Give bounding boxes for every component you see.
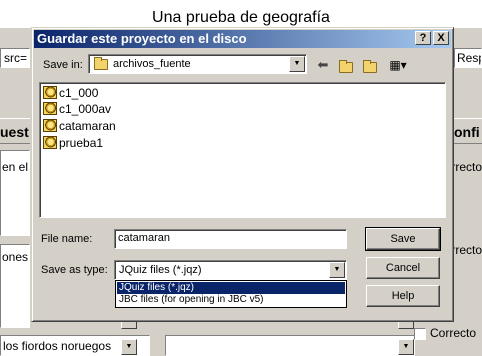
file-name: c1_000av xyxy=(59,102,112,116)
background-answer-text: los fiordos noruegos xyxy=(3,339,112,353)
background-source-field[interactable]: src= xyxy=(0,48,30,68)
save-dialog: Guardar este proyecto en el disco ? X Sa… xyxy=(31,27,454,322)
save-in-combo[interactable]: archivos_fuente ▼ xyxy=(88,54,307,74)
background-answer-scroll-down[interactable]: ▼ xyxy=(121,339,137,355)
background-answer-field-2[interactable] xyxy=(165,335,415,356)
file-name-value: catamaran xyxy=(118,232,170,244)
file-item[interactable]: c1_000 xyxy=(43,85,98,101)
save-button[interactable]: Save xyxy=(365,227,441,251)
cancel-button[interactable]: Cancel xyxy=(366,257,440,279)
save-in-label: Save in: xyxy=(43,59,83,71)
background-resp-text: Resp xyxy=(457,51,481,65)
background-question-text-2: ones xyxy=(2,250,29,264)
background-config-header-text: onfi xyxy=(454,124,480,140)
file-name: catamaran xyxy=(59,119,116,133)
help-title-button[interactable]: ? xyxy=(415,31,431,45)
view-menu-icon[interactable]: ▦▾ xyxy=(384,56,412,74)
file-name: prueba1 xyxy=(59,136,104,150)
background-question-text-1: en el xyxy=(2,160,29,174)
file-name-input[interactable]: catamaran xyxy=(114,229,347,249)
file-item[interactable]: c1_000av xyxy=(43,101,111,117)
help-button[interactable]: Help xyxy=(366,285,440,307)
background-window-title: Una prueba de geografía xyxy=(0,0,482,28)
back-arrow-icon[interactable]: ⬅ xyxy=(314,56,332,74)
save-in-value: archivos_fuente xyxy=(113,58,191,70)
background-questions-header: uest xyxy=(0,118,30,144)
chevron-down-icon[interactable]: ▼ xyxy=(329,262,345,278)
background-src-text: src= xyxy=(4,51,28,65)
dialog-title: Guardar este proyecto en el disco xyxy=(37,31,247,46)
project-file-icon xyxy=(43,136,57,149)
save-as-type-label: Save as type: xyxy=(41,264,108,276)
dialog-title-bar[interactable]: Guardar este proyecto en el disco xyxy=(34,30,451,48)
file-item[interactable]: catamaran xyxy=(43,118,116,134)
background-title-text: Una prueba de geografía xyxy=(152,9,330,26)
chevron-down-icon[interactable]: ▼ xyxy=(289,56,305,72)
background-answer-2-scroll-down[interactable]: ▼ xyxy=(398,339,414,355)
file-item[interactable]: prueba1 xyxy=(43,135,103,151)
close-button[interactable]: X xyxy=(433,31,449,45)
file-name: c1_000 xyxy=(59,86,99,100)
background-config-header: onfi xyxy=(454,118,482,144)
file-list[interactable]: c1_000 c1_000av catamaran prueba1 xyxy=(39,82,446,218)
background-correct-checkbox[interactable] xyxy=(414,328,426,340)
folder-icon xyxy=(94,57,108,70)
type-option-jbc[interactable]: JBC files (for opening in JBC v5) xyxy=(117,294,345,306)
save-as-type-combo[interactable]: JQuiz files (*.jqz) ▼ xyxy=(114,260,347,280)
background-questions-header-text: uest xyxy=(0,124,29,140)
background-response-field[interactable]: Resp xyxy=(454,48,482,68)
save-as-type-dropdown: JQuiz files (*.jqz) JBC files (for openi… xyxy=(115,280,347,308)
project-file-icon xyxy=(43,119,57,132)
new-folder-icon[interactable] xyxy=(360,56,380,74)
project-file-icon xyxy=(43,102,57,115)
background-correct-label-3: Correcto xyxy=(430,326,477,340)
type-option-jqz[interactable]: JQuiz files (*.jqz) xyxy=(117,282,345,294)
file-name-label: File name: xyxy=(41,233,93,245)
up-folder-icon[interactable] xyxy=(336,56,356,74)
project-file-icon xyxy=(43,86,57,99)
save-as-type-value: JQuiz files (*.jqz) xyxy=(119,264,202,276)
